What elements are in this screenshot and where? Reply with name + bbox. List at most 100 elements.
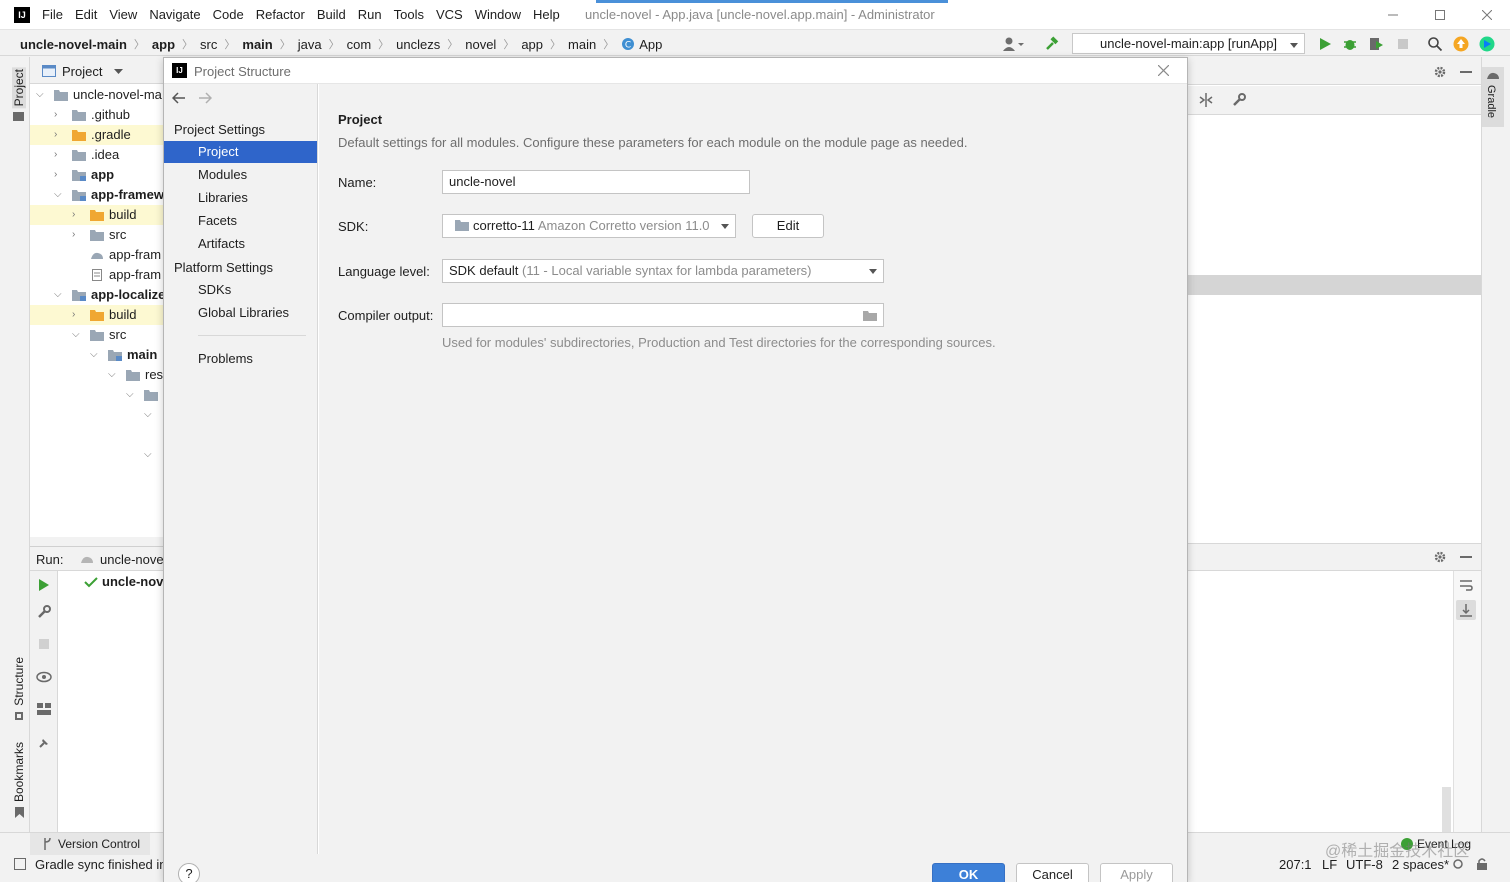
forward-arrow-icon[interactable] xyxy=(198,92,212,104)
run-configuration-select[interactable]: uncle-novel-main:app [runApp] xyxy=(1072,33,1305,54)
layout-icon[interactable] xyxy=(37,703,51,715)
tree-row-app-framework[interactable]: ⌵ app-framew xyxy=(30,185,164,205)
crumb-unclezs[interactable]: unclezs xyxy=(396,37,440,52)
sidebar-item-libraries[interactable]: Libraries xyxy=(164,187,317,209)
crumb-main-pkg[interactable]: main xyxy=(568,37,596,52)
menu-file[interactable]: File xyxy=(42,7,63,22)
chevron-down-icon[interactable] xyxy=(114,69,123,75)
coverage-icon[interactable] xyxy=(1368,36,1384,52)
language-level-select[interactable]: SDK default (11 - Local variable syntax … xyxy=(442,259,884,283)
sidebar-item-facets[interactable]: Facets xyxy=(164,210,317,232)
tree-row-src-2[interactable]: ⌵ src xyxy=(30,325,164,345)
close-window-button[interactable] xyxy=(1463,0,1510,30)
tree-row-build[interactable]: › build xyxy=(30,205,164,225)
maximize-button[interactable] xyxy=(1416,0,1463,30)
gear-icon[interactable] xyxy=(1434,66,1446,78)
debug-icon[interactable] xyxy=(1342,36,1358,52)
status-icon[interactable] xyxy=(14,858,26,870)
tree-row-idea[interactable]: › .idea xyxy=(30,145,164,165)
project-view-label[interactable]: Project xyxy=(62,64,102,79)
tree-row-github[interactable]: › .github xyxy=(30,105,164,125)
close-icon[interactable] xyxy=(1158,65,1169,76)
crumb-src[interactable]: src xyxy=(200,37,217,52)
menu-help[interactable]: Help xyxy=(533,7,560,22)
menu-view[interactable]: View xyxy=(109,7,137,22)
crumb-app[interactable]: app xyxy=(521,37,543,52)
help-button[interactable]: ? xyxy=(178,863,200,882)
selected-row[interactable] xyxy=(1188,275,1481,295)
browse-folder-icon[interactable] xyxy=(863,310,877,321)
sidebar-item-global-libraries[interactable]: Global Libraries xyxy=(164,302,317,324)
run-item[interactable]: uncle-nov xyxy=(102,574,163,589)
wrench-icon[interactable] xyxy=(37,605,51,619)
version-control-tab[interactable]: Version Control xyxy=(30,833,150,855)
sidebar-item-modules[interactable]: Modules xyxy=(164,164,317,186)
toolbox-icon[interactable] xyxy=(1479,36,1495,52)
gear-icon[interactable] xyxy=(1434,551,1446,563)
update-icon[interactable] xyxy=(1453,36,1469,52)
tree-row-app-fram-gradle[interactable]: app-fram xyxy=(30,245,164,265)
sidebar-item-sdks[interactable]: SDKs xyxy=(164,279,317,301)
tree-row-gradle[interactable]: › .gradle xyxy=(30,125,164,145)
run-tab[interactable]: uncle-nove xyxy=(100,552,164,567)
run-icon[interactable] xyxy=(1317,36,1333,52)
crumb-project[interactable]: uncle-novel-main xyxy=(20,37,127,52)
tree-row-folder[interactable]: ⌵ xyxy=(30,385,164,405)
crumb-java[interactable]: java xyxy=(298,37,322,52)
tree-row-collapsed-1[interactable]: ⌵ xyxy=(30,405,164,425)
crumb-novel[interactable]: novel xyxy=(465,37,496,52)
menu-navigate[interactable]: Navigate xyxy=(149,7,200,22)
tree-row-src[interactable]: › src xyxy=(30,225,164,245)
expand-all-icon[interactable] xyxy=(1198,93,1214,107)
menu-run[interactable]: Run xyxy=(358,7,382,22)
ok-button[interactable]: OK xyxy=(932,863,1005,882)
scroll-to-end-button[interactable] xyxy=(1456,600,1476,620)
build-hammer-icon[interactable] xyxy=(1044,36,1060,52)
wrench-icon[interactable] xyxy=(1232,93,1246,107)
compiler-output-field[interactable] xyxy=(442,303,884,327)
gradle-tool-tab[interactable]: Gradle xyxy=(1482,67,1504,127)
crumb-com[interactable]: com xyxy=(347,37,372,52)
tree-row-collapsed-2[interactable]: ⌵ xyxy=(30,445,164,465)
menu-refactor[interactable]: Refactor xyxy=(256,7,305,22)
name-field[interactable]: uncle-novel xyxy=(442,170,750,194)
sidebar-item-problems[interactable]: Problems xyxy=(164,348,317,370)
search-icon[interactable] xyxy=(1427,36,1443,52)
bookmarks-tool-tab[interactable]: Bookmarks xyxy=(12,742,26,802)
stop-icon[interactable] xyxy=(1395,36,1411,52)
menu-build[interactable]: Build xyxy=(317,7,346,22)
minimize-icon[interactable] xyxy=(1460,71,1472,73)
menu-code[interactable]: Code xyxy=(213,7,244,22)
tree-row-app-fram-file[interactable]: app-fram xyxy=(30,265,164,285)
sidebar-item-project[interactable]: Project xyxy=(164,141,317,163)
lock-icon[interactable] xyxy=(1476,858,1488,870)
crumb-main[interactable]: main xyxy=(242,37,272,52)
menu-vcs[interactable]: VCS xyxy=(436,7,463,22)
user-icon[interactable] xyxy=(1002,36,1024,52)
tree-row-main[interactable]: ⌵ main xyxy=(30,345,164,365)
minimize-button[interactable] xyxy=(1369,0,1416,30)
pin-icon[interactable] xyxy=(37,736,51,750)
menu-window[interactable]: Window xyxy=(475,7,521,22)
menu-edit[interactable]: Edit xyxy=(75,7,97,22)
menu-tools[interactable]: Tools xyxy=(394,7,424,22)
cancel-button[interactable]: Cancel xyxy=(1016,863,1089,882)
apply-button[interactable]: Apply xyxy=(1100,863,1173,882)
structure-tool-tab[interactable]: Structure xyxy=(12,657,26,706)
tree-row-build-2[interactable]: › build xyxy=(30,305,164,325)
stop-icon[interactable] xyxy=(38,638,50,650)
tree-row-app-localize[interactable]: ⌵ app-localize xyxy=(30,285,164,305)
eye-icon[interactable] xyxy=(36,671,52,683)
minimize-icon[interactable] xyxy=(1460,556,1472,558)
tree-row-res[interactable]: ⌵ res xyxy=(30,365,164,385)
soft-wrap-icon[interactable] xyxy=(1459,579,1473,593)
crumb-module[interactable]: app xyxy=(152,37,175,52)
edit-sdk-button[interactable]: Edit xyxy=(752,214,824,238)
tree-row-app[interactable]: › app xyxy=(30,165,164,185)
caret-position[interactable]: 207:1 xyxy=(1279,857,1312,872)
tree-row-root[interactable]: ⌵ uncle-novel-ma xyxy=(30,85,164,105)
rerun-icon[interactable] xyxy=(38,579,50,591)
project-tool-tab[interactable]: Project xyxy=(12,67,26,109)
back-arrow-icon[interactable] xyxy=(172,92,186,104)
sdk-select[interactable]: corretto-11 Amazon Corretto version 11.0 xyxy=(442,214,736,238)
